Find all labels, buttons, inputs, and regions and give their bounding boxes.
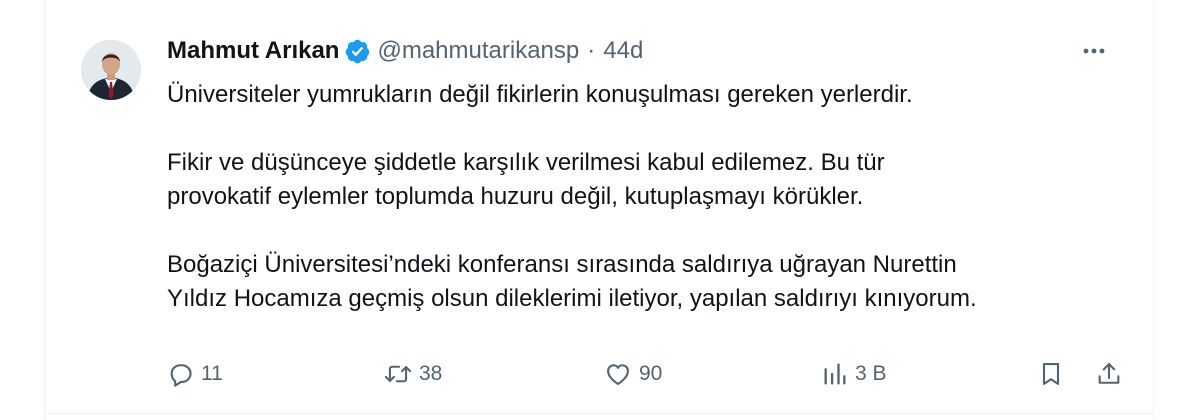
divider [45, 413, 1153, 414]
retweet-button[interactable]: 38 [383, 356, 442, 392]
tweet-paragraph-1: Üniversiteler yumrukların değil fikirler… [167, 78, 1137, 112]
tweet-timestamp[interactable]: 44d [603, 37, 643, 65]
bookmark-button[interactable] [1037, 356, 1065, 392]
bookmark-icon [1042, 363, 1060, 385]
views-button[interactable]: 3 B [821, 356, 887, 392]
like-button[interactable]: 90 [603, 356, 662, 392]
action-bar: 11 38 90 3 B [167, 356, 1127, 392]
separator-dot: · [587, 37, 596, 64]
tweet-line: Boğaziçi Üniversitesi’ndeki konferansı s… [167, 251, 957, 278]
tweet-paragraph-2: Fikir ve düşünceye şiddetle karşılık ver… [167, 146, 1137, 214]
retweet-icon [384, 365, 412, 383]
tweet-card[interactable]: Mahmut Arıkan @mahmutarikansp · 44d Üniv… [44, 0, 1154, 420]
share-button[interactable] [1095, 356, 1123, 392]
more-options-icon[interactable] [1079, 36, 1109, 66]
author-name[interactable]: Mahmut Arıkan [167, 37, 339, 65]
retweet-count: 38 [419, 362, 443, 385]
tweet-line: Üniversiteler yumrukların değil fikirler… [167, 81, 913, 108]
tweet-paragraph-3: Boğaziçi Üniversitesi’ndeki konferansı s… [167, 248, 1137, 316]
avatar[interactable] [81, 40, 141, 100]
share-icon [1098, 363, 1120, 384]
views-count: 3 B [855, 362, 887, 385]
heart-icon [607, 364, 629, 385]
tweet-header: Mahmut Arıkan @mahmutarikansp · 44d [167, 35, 643, 67]
tweet-text: Üniversiteler yumrukların değil fikirler… [167, 78, 1137, 316]
reply-icon [170, 364, 192, 387]
verified-badge-icon [344, 38, 371, 65]
reply-button[interactable]: 11 [167, 356, 223, 392]
like-count: 90 [639, 362, 663, 385]
tweet-line: Fikir ve düşünceye şiddetle karşılık ver… [167, 149, 885, 176]
tweet-line: provokatif eylemler toplumda huzuru deği… [167, 183, 864, 210]
tweet-line: Yıldız Hocamıza geçmiş olsun dileklerimi… [167, 285, 977, 312]
reply-count: 11 [201, 362, 223, 385]
author-handle[interactable]: @mahmutarikansp [377, 37, 579, 65]
analytics-icon [824, 363, 846, 385]
